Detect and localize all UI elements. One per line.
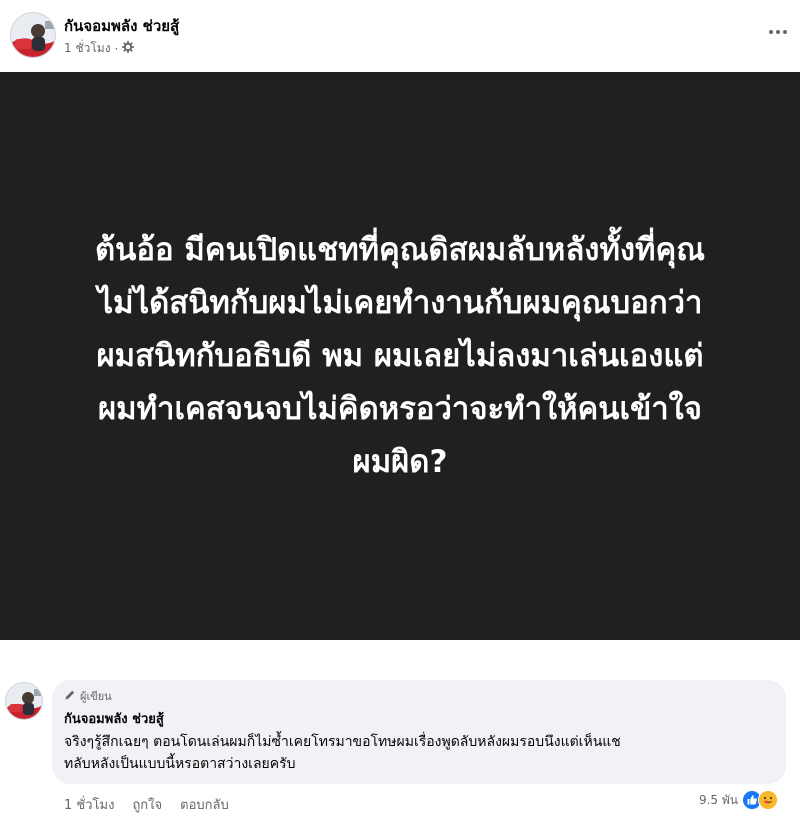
comment-actions: 1 ชั่วโมง ถูกใจ ตอบกลับ [64,794,229,815]
author-badge: ผู้เขียน [64,688,774,704]
post-image-text-line: ผมทำเคสจนจบไม่คิดหรอว่าจะทำให้คนเข้าใจ [98,390,702,427]
reply-button[interactable]: ตอบกลับ [180,794,229,815]
like-button[interactable]: ถูกใจ [132,794,162,815]
post-meta: 1 ชั่วโมง · [64,39,135,58]
author-avatar[interactable] [10,12,56,58]
more-dots-icon[interactable] [764,22,792,42]
post-timestamp[interactable]: 1 ชั่วโมง [64,39,111,58]
comment-timestamp[interactable]: 1 ชั่วโมง [64,794,114,815]
commenter-avatar[interactable] [5,682,43,720]
comment-section: ผู้เขียน กันจอมพลัง ช่วยสู้ จริงๆรู้สึกเ… [0,640,800,824]
meta-separator: · [114,41,119,56]
comment-bubble: ผู้เขียน กันจอมพลัง ช่วยสู้ จริงๆรู้สึกเ… [52,680,786,784]
reaction-count: 9.5 พัน [698,792,738,807]
gear-icon[interactable] [122,40,135,56]
post-image-text-line: ผมสนิทกับอธิบดี พม ผมเลยไม่ลงมาเล่นเองแต… [96,337,704,374]
post-image-text-line: ผมผิด? [352,443,448,480]
comment-author-name[interactable]: กันจอมพลัง ช่วยสู้ [64,708,774,729]
post-author-name[interactable]: กันจอมพลัง ช่วยสู้ [64,14,179,38]
comment-text: จริงๆรู้สึกเฉยๆ ตอนโดนเล่นผมก็ไม่ซ้ำเคยโ… [64,731,774,775]
reaction-icons [742,790,778,810]
reaction-summary[interactable]: 9.5 พัน [699,790,778,810]
author-badge-label: ผู้เขียน [80,690,112,703]
post-image-text: ต้นอ้อ มีคนเปิดแชทที่คุณดิสผมลับหลังทั้ง… [20,224,780,489]
post-header: กันจอมพลัง ช่วยสู้ 1 ชั่วโมง · [0,0,800,72]
post-image-text-line: ต้นอ้อ มีคนเปิดแชทที่คุณดิสผมลับหลังทั้ง… [95,231,705,268]
post-image-text-line: ไม่ได้สนิทกับผมไม่เคยทำงานกับผมคุณบอกว่า [97,284,703,321]
care-icon [758,790,778,810]
comment-text-line: ทลับหลังเป็นแบบนี้หรอตาสว่างเลยครับ [64,756,296,772]
comment-text-line: จริงๆรู้สึกเฉยๆ ตอนโดนเล่นผมก็ไม่ซ้ำเคยโ… [64,734,621,750]
post-image[interactable]: ต้นอ้อ มีคนเปิดแชทที่คุณดิสผมลับหลังทั้ง… [0,72,800,640]
pencil-icon [64,689,76,704]
